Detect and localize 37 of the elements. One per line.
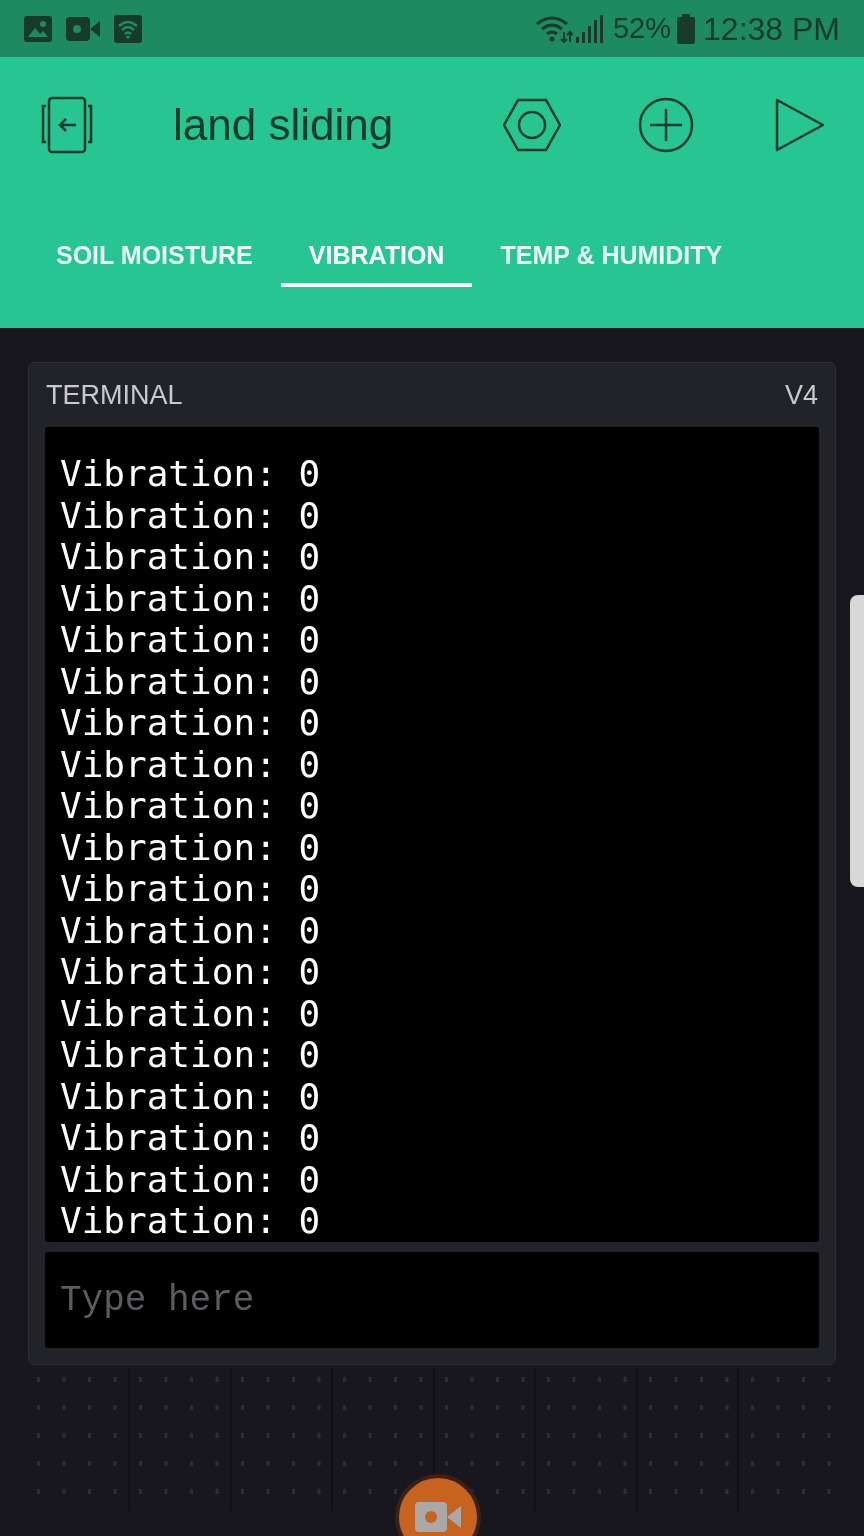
pin-label: V4 <box>784 378 818 412</box>
battery-percentage: 52% <box>613 10 672 46</box>
clock-time: 12:38 PM <box>703 9 840 49</box>
terminal-line: Vibration: 0 <box>60 1158 321 1200</box>
tab[interactable]: TEMP & HUMIDITY <box>472 231 751 287</box>
video-camera-icon <box>66 16 100 41</box>
project-title: land sliding <box>173 99 394 151</box>
terminal-line: Vibration: 0 <box>60 1034 321 1076</box>
terminal-line: Vibration: 0 <box>60 577 321 619</box>
video-camera-icon <box>415 1502 461 1532</box>
terminal-line: Vibration: 0 <box>60 951 321 993</box>
widget-title: TERMINAL <box>46 378 183 412</box>
cell-signal-icon <box>575 14 603 43</box>
terminal-line: Vibration: 0 <box>60 826 321 868</box>
tab[interactable]: VIBRATION <box>280 231 473 287</box>
settings-button[interactable] <box>503 96 561 154</box>
terminal-line: Vibration: 0 <box>60 619 321 661</box>
terminal-line: Vibration: 0 <box>60 992 321 1034</box>
terminal-line: Vibration: 0 <box>60 660 321 702</box>
terminal-line: Vibration: 0 <box>60 536 321 578</box>
terminal-line: Vibration: 0 <box>60 494 321 536</box>
terminal-line: Vibration: 0 <box>60 1117 321 1159</box>
terminal-line: Vibration: 0 <box>60 868 321 910</box>
image-icon <box>24 15 52 42</box>
wifi-icon <box>114 14 142 43</box>
add-button[interactable] <box>638 97 694 153</box>
terminal-line: Vibration: 0 <box>60 785 321 827</box>
battery-icon <box>677 13 696 44</box>
terminal-line: Vibration: 0 <box>60 909 321 951</box>
terminal-line: Vibration: 0 <box>60 1075 321 1117</box>
play-button[interactable] <box>774 97 826 153</box>
tab[interactable]: SOIL MOISTURE <box>28 231 281 287</box>
terminal-line: Vibration: 0 <box>60 453 321 495</box>
terminal-line: Vibration: 0 <box>60 1200 321 1242</box>
terminal-line: Vibration: 0 <box>60 743 321 785</box>
terminal-input-field[interactable]: Type here <box>45 1252 819 1348</box>
terminal-line: Vibration: 0 <box>60 702 321 744</box>
